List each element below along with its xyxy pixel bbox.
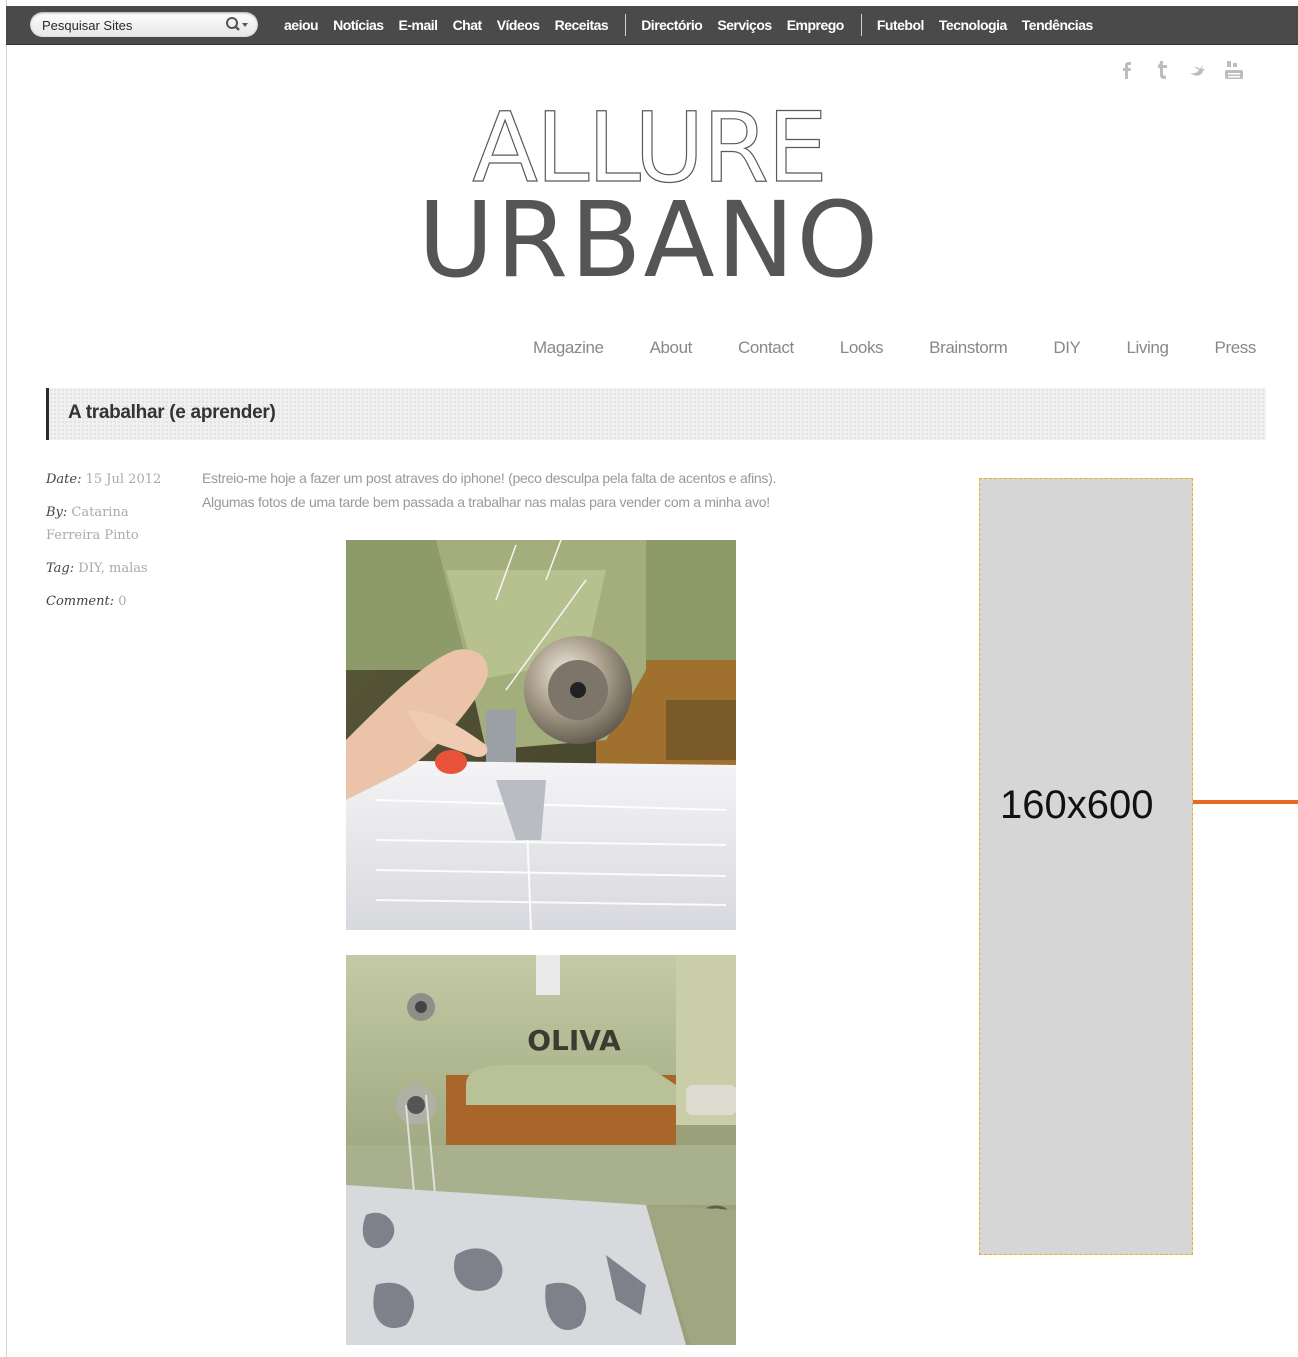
search-icon[interactable] bbox=[224, 16, 250, 33]
nav-looks[interactable]: Looks bbox=[840, 338, 884, 358]
meta-comment-count[interactable]: 0 bbox=[118, 594, 126, 609]
portal-link-directorio[interactable]: Directório bbox=[641, 17, 703, 33]
annotation-arrow bbox=[1193, 800, 1298, 804]
post-body: Estreio-me hoje a fazer um post atraves … bbox=[202, 466, 902, 514]
search-input[interactable] bbox=[40, 15, 224, 35]
tumblr-icon[interactable] bbox=[1150, 58, 1174, 82]
portal-link-tendencias[interactable]: Tendências bbox=[1022, 17, 1094, 33]
logo-urbano[interactable]: URBANO bbox=[0, 184, 1298, 296]
social-links bbox=[1114, 58, 1246, 82]
search-box[interactable] bbox=[30, 12, 258, 37]
twitter-icon[interactable] bbox=[1186, 58, 1210, 82]
meta-date-value: 15 Jul 2012 bbox=[85, 472, 162, 487]
nav-brainstorm[interactable]: Brainstorm bbox=[929, 338, 1008, 358]
portal-link-tecnologia[interactable]: Tecnologia bbox=[939, 17, 1007, 33]
nav-diy[interactable]: DIY bbox=[1053, 338, 1081, 358]
portal-link-noticias[interactable]: Notícias bbox=[333, 17, 384, 33]
nav-living[interactable]: Living bbox=[1127, 338, 1169, 358]
youtube-icon[interactable] bbox=[1222, 58, 1246, 82]
portal-link-chat[interactable]: Chat bbox=[453, 17, 483, 33]
ad-size-label: 160x600 bbox=[1000, 783, 1154, 827]
meta-date: Date: 15 Jul 2012 bbox=[46, 468, 176, 491]
meta-date-label: Date: bbox=[46, 472, 82, 487]
nav-divider bbox=[860, 14, 862, 36]
oliva-brand-text: OLIVA bbox=[527, 1024, 621, 1057]
sewing-photo-1 bbox=[346, 540, 736, 930]
nav-divider bbox=[625, 14, 627, 36]
post-photo-sewing-closeup[interactable] bbox=[346, 540, 736, 930]
portal-link-email[interactable]: E-mail bbox=[399, 17, 439, 33]
portal-nav: aeiou Notícias E-mail Chat Vídeos Receit… bbox=[284, 6, 1108, 44]
facebook-icon[interactable] bbox=[1114, 58, 1138, 82]
top-bar: aeiou Notícias E-mail Chat Vídeos Receit… bbox=[6, 6, 1298, 45]
meta-comments: Comment: 0 bbox=[46, 590, 176, 613]
portal-link-emprego[interactable]: Emprego bbox=[787, 17, 845, 33]
meta-tag-label: Tag: bbox=[46, 561, 75, 576]
post-title-bar: A trabalhar (e aprender) bbox=[46, 388, 1266, 440]
main-nav: Magazine About Contact Looks Brainstorm … bbox=[487, 338, 1256, 358]
portal-link-futebol[interactable]: Futebol bbox=[877, 17, 925, 33]
portal-link-aeiou[interactable]: aeiou bbox=[284, 17, 319, 33]
portal-link-receitas[interactable]: Receitas bbox=[555, 17, 609, 33]
post-body-line: Estreio-me hoje a fazer um post atraves … bbox=[202, 470, 777, 486]
meta-comment-label: Comment: bbox=[46, 594, 115, 609]
meta-tag-links[interactable]: DIY, malas bbox=[78, 561, 147, 576]
post-meta: Date: 15 Jul 2012 By: Catarina Ferreira … bbox=[46, 468, 176, 623]
ad-placeholder-skyscraper[interactable]: 160x600 bbox=[979, 478, 1193, 1255]
post-title[interactable]: A trabalhar (e aprender) bbox=[68, 402, 276, 424]
post-photo-oliva-machine[interactable]: OLIVA bbox=[346, 955, 736, 1345]
post-body-line: Algumas fotos de uma tarde bem passada a… bbox=[202, 494, 770, 510]
nav-about[interactable]: About bbox=[650, 338, 693, 358]
meta-author-label: By: bbox=[46, 505, 68, 520]
nav-contact[interactable]: Contact bbox=[738, 338, 794, 358]
portal-link-servicos[interactable]: Serviços bbox=[717, 17, 772, 33]
meta-author: By: Catarina Ferreira Pinto bbox=[46, 501, 176, 547]
nav-magazine[interactable]: Magazine bbox=[533, 338, 604, 358]
meta-tags: Tag: DIY, malas bbox=[46, 557, 176, 580]
portal-link-videos[interactable]: Vídeos bbox=[497, 17, 540, 33]
sewing-photo-2: OLIVA bbox=[346, 955, 736, 1345]
nav-press[interactable]: Press bbox=[1215, 338, 1257, 358]
